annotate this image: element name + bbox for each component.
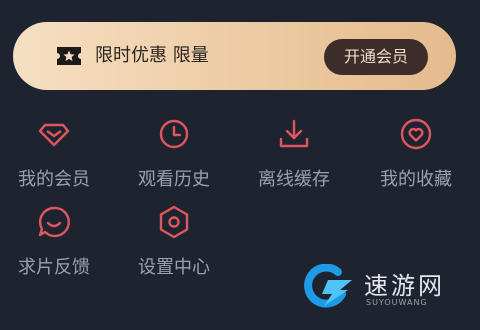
- promo-text: 限时优惠 限量: [95, 45, 209, 66]
- menu-item-my-favorites[interactable]: 我的收藏: [364, 117, 468, 191]
- diamond-icon: [38, 123, 70, 147]
- clock-icon: [159, 119, 189, 149]
- menu-item-label: 求片反馈: [18, 257, 90, 278]
- smile-chat-icon: [38, 206, 70, 238]
- g-lightning-logo: [304, 264, 352, 308]
- vip-promo-banner[interactable]: 限时优惠 限量 开通会员: [13, 22, 456, 90]
- menu-item-offline-cache[interactable]: 离线缓存: [242, 117, 346, 191]
- menu-item-settings-center[interactable]: 设置中心: [122, 205, 226, 279]
- heart-icon: [400, 118, 432, 150]
- menu-item-label: 我的收藏: [380, 169, 452, 190]
- hexagon-settings-icon: [159, 205, 189, 239]
- watermark-subtext: SUYOUWANG: [366, 298, 428, 307]
- menu-item-my-membership[interactable]: 我的会员: [2, 117, 106, 191]
- menu-item-request-feedback[interactable]: 求片反馈: [2, 205, 106, 279]
- menu-item-label: 观看历史: [138, 169, 210, 190]
- download-icon: [279, 119, 309, 148]
- watermark-text: 速游网: [364, 272, 445, 300]
- ticket-star-icon: [57, 47, 81, 65]
- menu-item-label: 我的会员: [18, 169, 90, 190]
- menu-item-label: 设置中心: [138, 257, 210, 278]
- watermark: 速游网 SUYOUWANG: [298, 264, 470, 314]
- menu-item-label: 离线缓存: [258, 169, 330, 190]
- open-membership-button[interactable]: 开通会员: [324, 39, 428, 75]
- menu-item-watch-history[interactable]: 观看历史: [122, 117, 226, 191]
